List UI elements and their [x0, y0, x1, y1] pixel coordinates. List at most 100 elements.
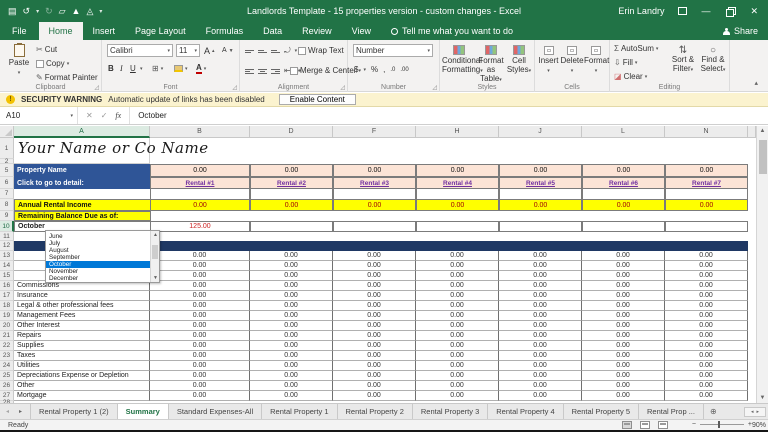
expense-value-cell[interactable]: 0.00 [150, 321, 250, 331]
clipboard-dialog-launcher[interactable]: ◿ [94, 84, 99, 91]
expense-value-cell[interactable]: 0.00 [499, 291, 582, 301]
expense-value-cell[interactable]: 0.00 [250, 311, 333, 321]
expense-value-cell[interactable]: 0.00 [250, 281, 333, 291]
annual-value-cell[interactable]: 0.00 [333, 199, 416, 211]
expense-value-cell[interactable]: 0.00 [333, 271, 416, 281]
property-value-cell[interactable]: 0.00 [665, 164, 748, 177]
rental-link-cell[interactable]: Rental #1 [150, 177, 250, 189]
empty-cell[interactable] [416, 221, 499, 232]
empty-cell[interactable] [499, 221, 582, 232]
month-option-december[interactable]: December [46, 275, 151, 282]
expense-value-cell[interactable]: 0.00 [416, 301, 499, 311]
align-bottom-icon[interactable] [271, 49, 280, 53]
sheet-tab-standard-expenses-all[interactable]: Standard Expenses-All [169, 404, 262, 419]
expense-value-cell[interactable]: 0.00 [416, 391, 499, 401]
tab-scroll-right-icon[interactable]: ▸ [19, 408, 22, 415]
expense-value-cell[interactable]: 0.00 [499, 321, 582, 331]
expense-value-cell[interactable]: 0.00 [499, 281, 582, 291]
rental-link[interactable]: Rental #7 [692, 180, 721, 187]
sheet-tab-summary[interactable]: Summary [118, 404, 169, 419]
expense-value-cell[interactable]: 0.00 [250, 291, 333, 301]
align-top-icon[interactable] [245, 49, 254, 53]
orientation-icon[interactable]: ⤾ [284, 46, 291, 56]
row-header-1[interactable]: 1 [0, 138, 14, 159]
tab-scroll-left-icon[interactable]: ◂ [6, 408, 9, 415]
customize-qat-icon[interactable]: ▾ [99, 8, 102, 15]
italic-button[interactable]: I [120, 64, 123, 73]
save-icon[interactable]: ▤ [8, 6, 17, 16]
sort-filter-button[interactable]: ⇅ Sort &Filter▾ [668, 46, 698, 75]
expense-value-cell[interactable]: 0.00 [250, 341, 333, 351]
expense-value-cell[interactable]: 0.00 [582, 291, 665, 301]
expense-value-cell[interactable]: 0.00 [416, 331, 499, 341]
expense-value-cell[interactable]: 0.00 [333, 361, 416, 371]
expense-value-cell[interactable]: 0.00 [333, 391, 416, 401]
expense-value-cell[interactable]: 0.00 [499, 301, 582, 311]
vertical-scrollbar-thumb[interactable] [759, 140, 767, 174]
select-all-corner[interactable] [0, 126, 14, 138]
expense-value-cell[interactable]: 0.00 [333, 291, 416, 301]
comma-button[interactable]: , [383, 65, 385, 74]
expense-value-cell[interactable]: 0.00 [665, 341, 748, 351]
dropdown-scroll-thumb[interactable] [152, 245, 158, 259]
expense-value-cell[interactable]: 0.00 [250, 321, 333, 331]
expense-label[interactable]: Management Fees [14, 311, 150, 321]
expense-value-cell[interactable]: 0.00 [499, 331, 582, 341]
rental-link[interactable]: Rental #1 [186, 180, 215, 187]
expense-value-cell[interactable]: 0.00 [333, 321, 416, 331]
row-header-8[interactable]: 8 [0, 199, 14, 211]
format-cells-button[interactable]: Format▾ [584, 46, 608, 76]
ribbon-display-options-icon[interactable] [678, 7, 687, 15]
insert-cells-button[interactable]: Insert▾ [537, 46, 560, 76]
scroll-up-icon[interactable]: ▲ [757, 128, 768, 134]
expense-value-cell[interactable]: 0.00 [333, 311, 416, 321]
row-header-11[interactable]: 11 [0, 232, 14, 241]
expense-value-cell[interactable]: 0.00 [499, 261, 582, 271]
expense-value-cell[interactable]: 0.00 [665, 331, 748, 341]
restore-button[interactable] [726, 7, 734, 15]
expense-label[interactable]: Insurance [14, 291, 150, 301]
name-box-dropdown-icon[interactable]: ▾ [70, 113, 73, 119]
expense-value-cell[interactable]: 0.00 [499, 271, 582, 281]
expense-value-cell[interactable]: 0.00 [582, 251, 665, 261]
row-header-25[interactable]: 25 [0, 371, 14, 381]
expense-value-cell[interactable]: 0.00 [250, 271, 333, 281]
expense-value-cell[interactable]: 0.00 [250, 351, 333, 361]
expense-value-cell[interactable]: 0.00 [582, 271, 665, 281]
expense-value-cell[interactable]: 0.00 [250, 361, 333, 371]
property-name-label[interactable]: Property Name [14, 164, 150, 177]
row-header-12[interactable]: 12 [0, 241, 14, 251]
percent-button[interactable]: % [371, 65, 378, 74]
expense-value-cell[interactable]: 0.00 [150, 261, 250, 271]
expense-label[interactable]: Supplies [14, 341, 150, 351]
zoom-percentage[interactable]: 90% [752, 422, 766, 429]
month-option-august[interactable]: August [46, 247, 151, 254]
rental-link-cell[interactable]: Rental #7 [665, 177, 748, 189]
align-right-icon[interactable] [271, 68, 280, 74]
collapse-ribbon-button[interactable]: ▴ [754, 79, 758, 87]
insert-function-icon[interactable]: fx [115, 111, 121, 120]
expense-value-cell[interactable]: 0.00 [333, 371, 416, 381]
undo-dropdown-icon[interactable]: ▾ [36, 8, 39, 15]
expense-value-cell[interactable]: 0.00 [150, 331, 250, 341]
expense-value-cell[interactable]: 0.00 [333, 331, 416, 341]
row-header-17[interactable]: 17 [0, 291, 14, 301]
sheet-tab-rental-property-4[interactable]: Rental Property 4 [488, 404, 563, 419]
empty-cell[interactable] [416, 189, 499, 199]
name-box[interactable]: A10 ▾ [0, 107, 78, 124]
tab-review[interactable]: Review [292, 22, 342, 40]
align-left-icon[interactable] [245, 68, 254, 74]
increase-decimal-button[interactable]: .0 [390, 67, 395, 73]
underline-button[interactable]: U [130, 64, 136, 73]
month-option-june[interactable]: June [46, 233, 151, 240]
month-option-november[interactable]: November [46, 268, 151, 275]
expense-value-cell[interactable]: 0.00 [250, 371, 333, 381]
row-header-21[interactable]: 21 [0, 331, 14, 341]
expense-value-cell[interactable]: 0.00 [665, 291, 748, 301]
property-value-cell[interactable]: 0.00 [150, 164, 250, 177]
expense-value-cell[interactable]: 0.00 [416, 381, 499, 391]
rental-link-cell[interactable]: Rental #3 [333, 177, 416, 189]
dropdown-scrollbar[interactable]: ▲▼ [150, 231, 159, 282]
expense-value-cell[interactable]: 0.00 [150, 371, 250, 381]
expense-value-cell[interactable]: 0.00 [150, 381, 250, 391]
